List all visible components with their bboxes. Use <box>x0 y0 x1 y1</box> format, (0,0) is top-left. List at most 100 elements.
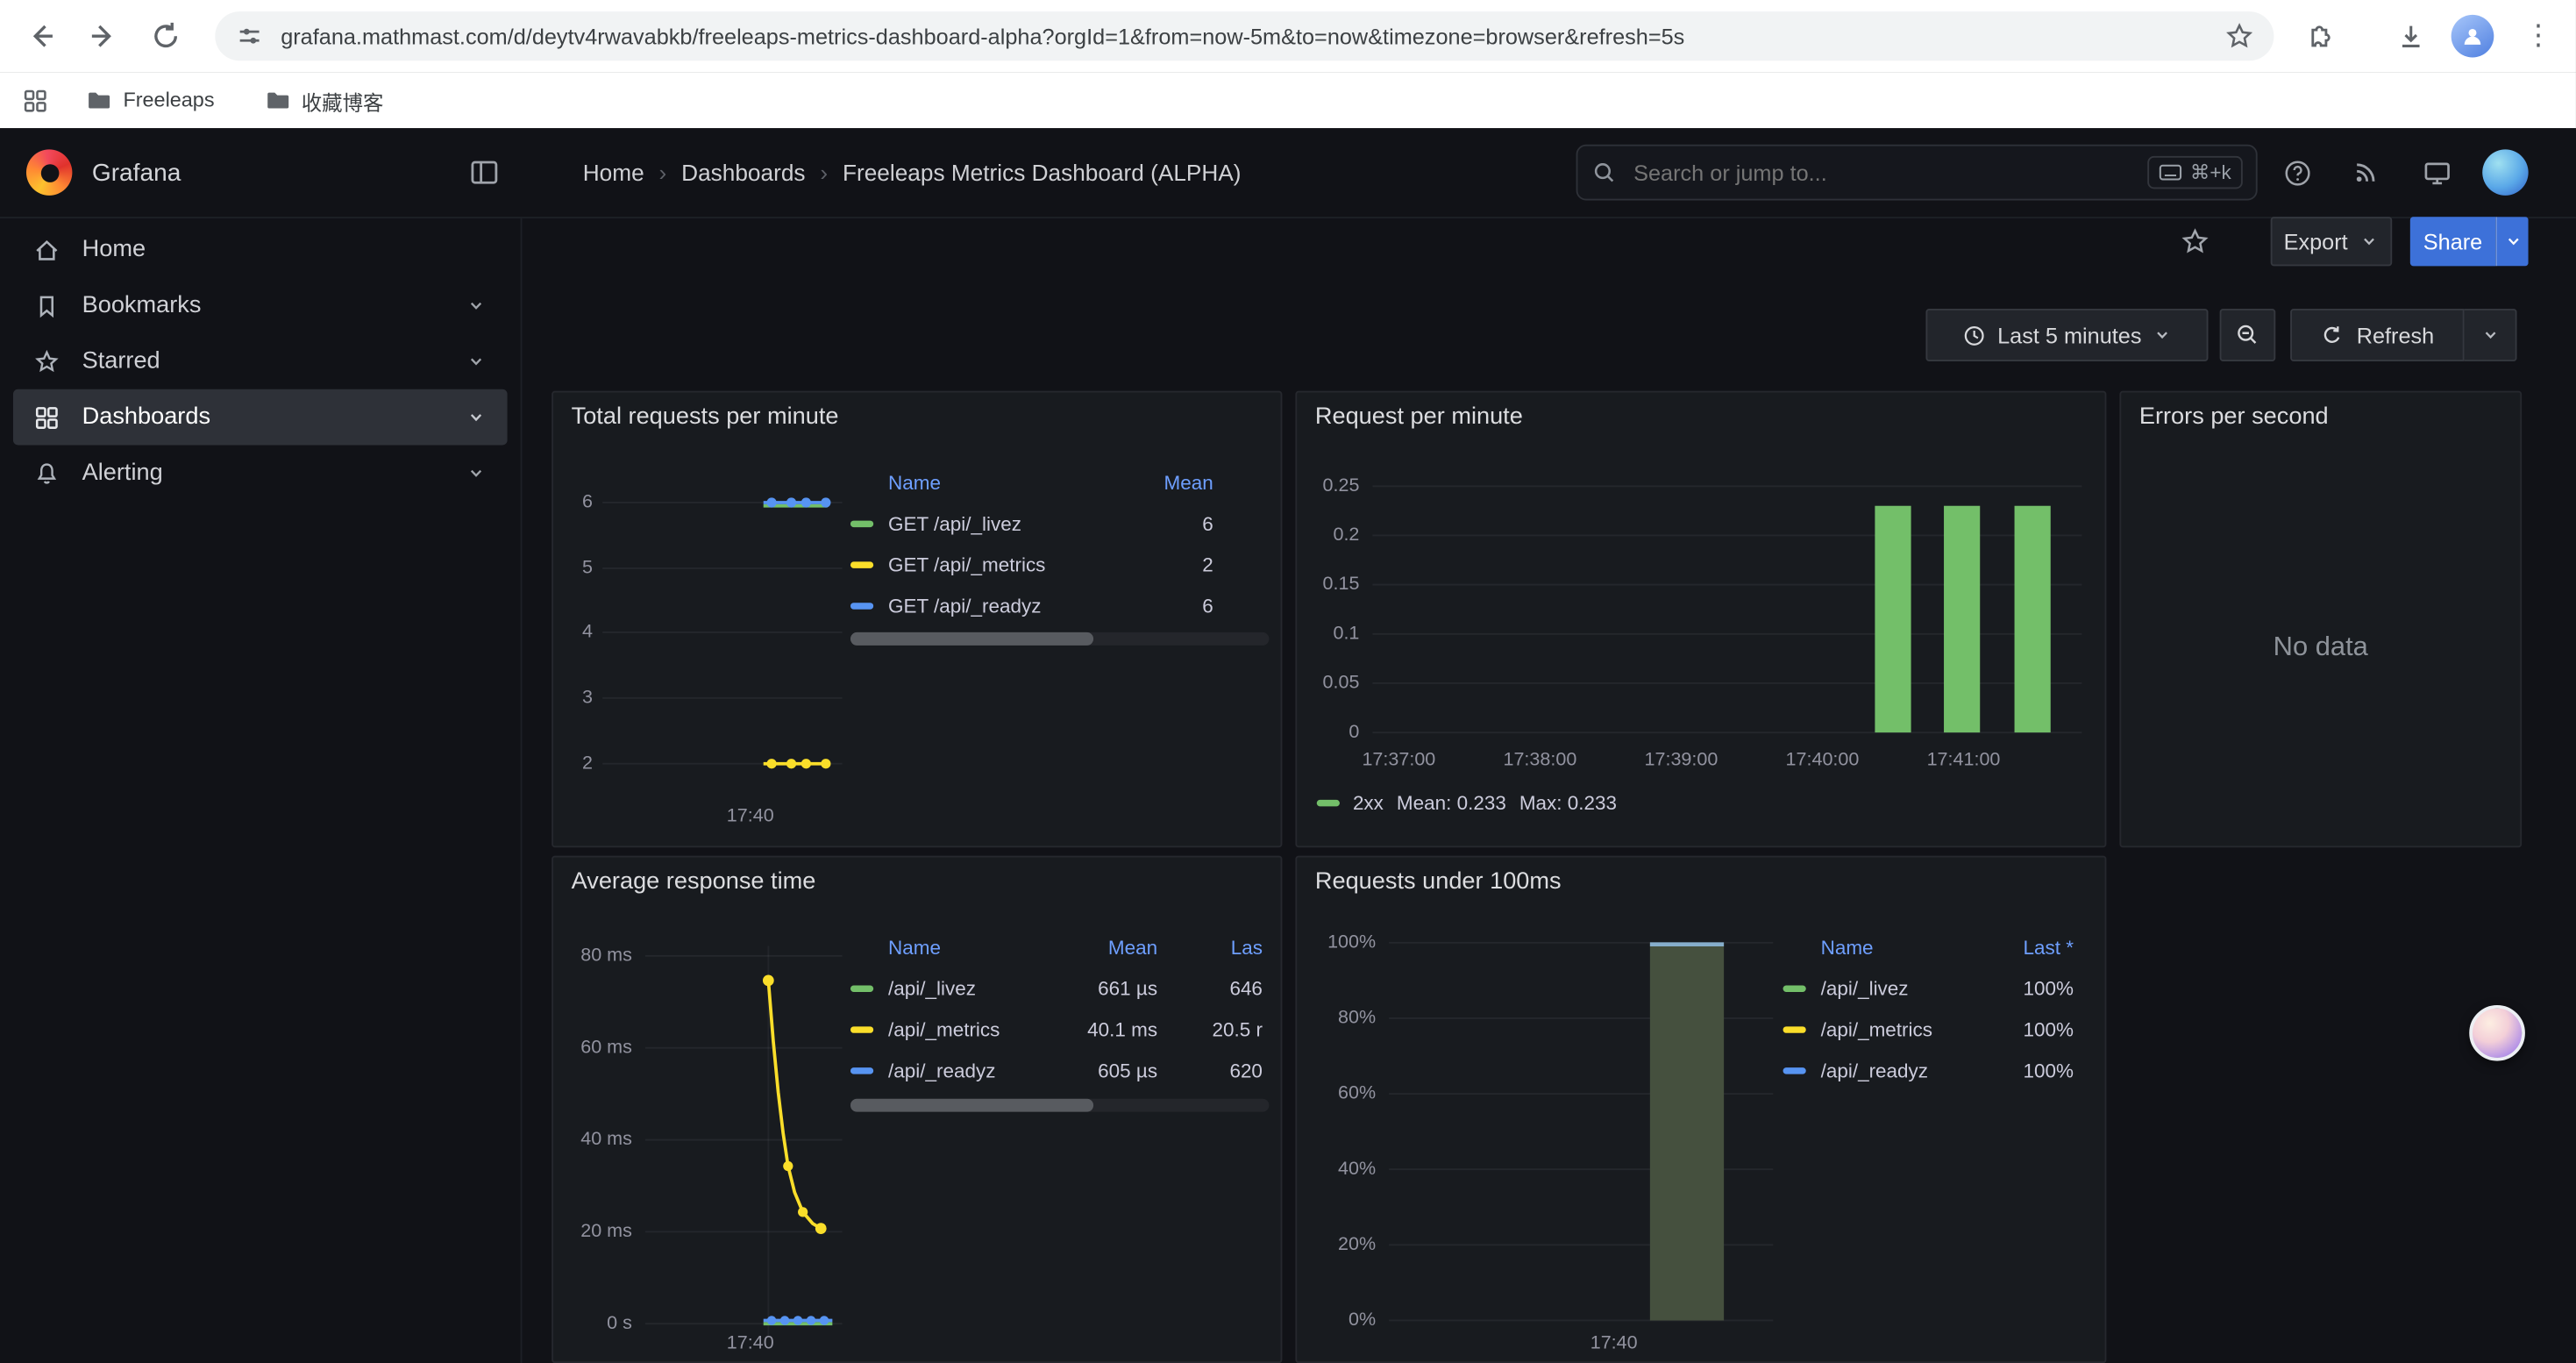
sidebar-item-starred[interactable]: Starred <box>13 333 508 389</box>
breadcrumb-home[interactable]: Home <box>583 160 644 186</box>
chevron-down-icon[interactable] <box>465 350 487 373</box>
legend-row[interactable]: /api/_readyz 605 µs 620 <box>850 1050 1269 1091</box>
chevron-down-icon[interactable] <box>465 294 487 317</box>
request-per-minute-chart[interactable] <box>1297 393 2106 848</box>
star-icon <box>32 347 60 375</box>
news-rss-icon[interactable] <box>2346 153 2386 192</box>
brand-title: Grafana <box>92 128 181 217</box>
grafana-header: Grafana Home › Dashboards › Freeleaps Me… <box>0 128 2576 218</box>
time-controls-row: Last 5 minutes Refresh <box>522 296 2575 378</box>
series-swatch <box>1317 800 1340 806</box>
panel-errors-per-second: Errors per second No data <box>2119 391 2522 848</box>
sidebar-item-alerting[interactable]: Alerting <box>13 445 508 501</box>
breadcrumb-dashboards[interactable]: Dashboards <box>681 160 805 186</box>
bookmark-folder[interactable]: Freeleaps <box>72 79 227 122</box>
legend-row[interactable]: /api/_readyz 100% <box>1783 1050 2089 1091</box>
zoom-out-button[interactable] <box>2220 309 2276 361</box>
sidebar-item-bookmarks[interactable]: Bookmarks <box>13 277 508 333</box>
col-mean[interactable]: Mean <box>1059 936 1157 959</box>
search-icon <box>1590 160 1617 186</box>
series-swatch <box>1783 1025 1806 1031</box>
reload-icon[interactable] <box>139 10 192 62</box>
legend-table: Name Last * /api/_livez 100% /api/_metri… <box>1783 928 2089 1090</box>
folder-icon <box>85 87 111 113</box>
legend-header: Name Mean Las <box>850 928 1269 967</box>
url-text[interactable]: grafana.mathmast.com/d/deytv4rwavabkb/fr… <box>281 24 2211 48</box>
search-shortcut: ⌘+k <box>2147 156 2243 189</box>
panel-request-per-minute: Request per minute 0.25 0.2 0.15 0.1 0.0… <box>1295 391 2106 848</box>
grafana-logo[interactable] <box>26 149 72 195</box>
search-box[interactable]: ⌘+k <box>1576 145 2258 201</box>
col-name[interactable]: Name <box>888 471 1131 494</box>
search-input[interactable] <box>1630 159 2147 187</box>
legend-row[interactable]: GET /api/_livez 6 <box>850 503 1269 544</box>
sidebar-item-home[interactable]: Home <box>13 222 508 278</box>
chevron-down-icon <box>2503 232 2523 251</box>
series-swatch <box>850 1067 873 1073</box>
series-readyz <box>764 1316 833 1324</box>
series-swatch <box>850 602 873 608</box>
series-swatch <box>850 985 873 991</box>
refresh-button[interactable]: Refresh <box>2290 309 2464 361</box>
col-name[interactable]: Name <box>1821 936 1975 959</box>
dashboard-content: Export Share Last 5 minutes <box>522 217 2575 1363</box>
col-mean[interactable]: Mean <box>1131 471 1213 494</box>
panel-requests-under-100ms: Requests under 100ms 100% 80% 60% 40% 20… <box>1295 856 2106 1363</box>
series-swatch <box>850 560 873 567</box>
menu-kebab-icon[interactable]: ⋮ <box>2512 10 2565 62</box>
bookmark-folder[interactable]: 收藏博客 <box>251 79 397 122</box>
clock-icon <box>1961 323 1986 347</box>
forward-icon[interactable] <box>77 10 130 62</box>
panel-title[interactable]: Errors per second <box>2139 404 2329 431</box>
chevron-down-icon[interactable] <box>465 406 487 429</box>
share-menu-chevron[interactable] <box>2495 217 2528 266</box>
bar-100-percent <box>1650 943 1724 1321</box>
bars-2xx <box>1875 506 2050 732</box>
col-last[interactable]: Las <box>1167 936 1269 959</box>
favorite-star-icon[interactable] <box>2170 217 2219 266</box>
share-button[interactable]: Share <box>2410 217 2495 266</box>
breadcrumb: Home › Dashboards › Freeleaps Metrics Da… <box>583 128 1242 217</box>
folder-icon <box>264 87 290 113</box>
legend-row[interactable]: 2xx Mean: 0.233 Max: 0.233 <box>1317 792 1617 815</box>
apps-grid-icon[interactable] <box>21 86 49 114</box>
legend-row[interactable]: GET /api/_metrics 2 <box>850 544 1269 585</box>
legend-scrollbar[interactable] <box>850 1099 1269 1112</box>
sidebar-item-dashboards[interactable]: Dashboards <box>13 389 508 446</box>
site-controls-icon[interactable] <box>235 21 265 51</box>
legend-scrollbar[interactable] <box>850 632 1269 646</box>
zoom-out-icon <box>2234 322 2260 348</box>
chevron-down-icon[interactable] <box>465 461 487 484</box>
series-swatch <box>850 1025 873 1031</box>
keyboard-icon <box>2159 164 2181 181</box>
export-button[interactable]: Export <box>2271 217 2393 266</box>
browser-toolbar: grafana.mathmast.com/d/deytv4rwavabkb/fr… <box>0 0 2576 72</box>
refresh-interval-chevron[interactable] <box>2465 309 2517 361</box>
dashboards-grid-icon <box>32 403 60 432</box>
legend-row[interactable]: /api/_metrics 100% <box>1783 1009 2089 1050</box>
extensions-icon[interactable] <box>2292 10 2345 62</box>
profile-avatar[interactable] <box>2446 10 2499 62</box>
legend-row[interactable]: /api/_metrics 40.1 ms 20.5 r <box>850 1009 1269 1050</box>
back-icon[interactable] <box>15 10 68 62</box>
downloads-icon[interactable] <box>2384 10 2437 62</box>
address-bar[interactable]: grafana.mathmast.com/d/deytv4rwavabkb/fr… <box>215 11 2274 61</box>
legend-row[interactable]: GET /api/_readyz 6 <box>850 585 1269 626</box>
bell-icon <box>32 459 60 487</box>
legend-row[interactable]: /api/_livez 661 µs 646 <box>850 967 1269 1009</box>
col-last[interactable]: Last * <box>1975 936 2089 959</box>
legend-header: Name Mean <box>850 463 1269 503</box>
col-name[interactable]: Name <box>888 936 1059 959</box>
chevron-down-icon <box>2480 325 2499 345</box>
user-avatar[interactable] <box>2482 149 2528 195</box>
floating-avatar[interactable] <box>2469 1005 2525 1061</box>
series-swatch <box>850 520 873 526</box>
help-icon[interactable] <box>2277 153 2316 192</box>
sidebar-toggle-icon[interactable] <box>465 153 504 192</box>
legend-row[interactable]: /api/_livez 100% <box>1783 967 2089 1009</box>
monitor-icon[interactable] <box>2416 153 2456 192</box>
time-range-picker[interactable]: Last 5 minutes <box>1925 309 2208 361</box>
bookmark-star-icon[interactable] <box>2224 21 2254 51</box>
series-metrics <box>763 975 827 1234</box>
no-data-message: No data <box>2121 632 2520 664</box>
